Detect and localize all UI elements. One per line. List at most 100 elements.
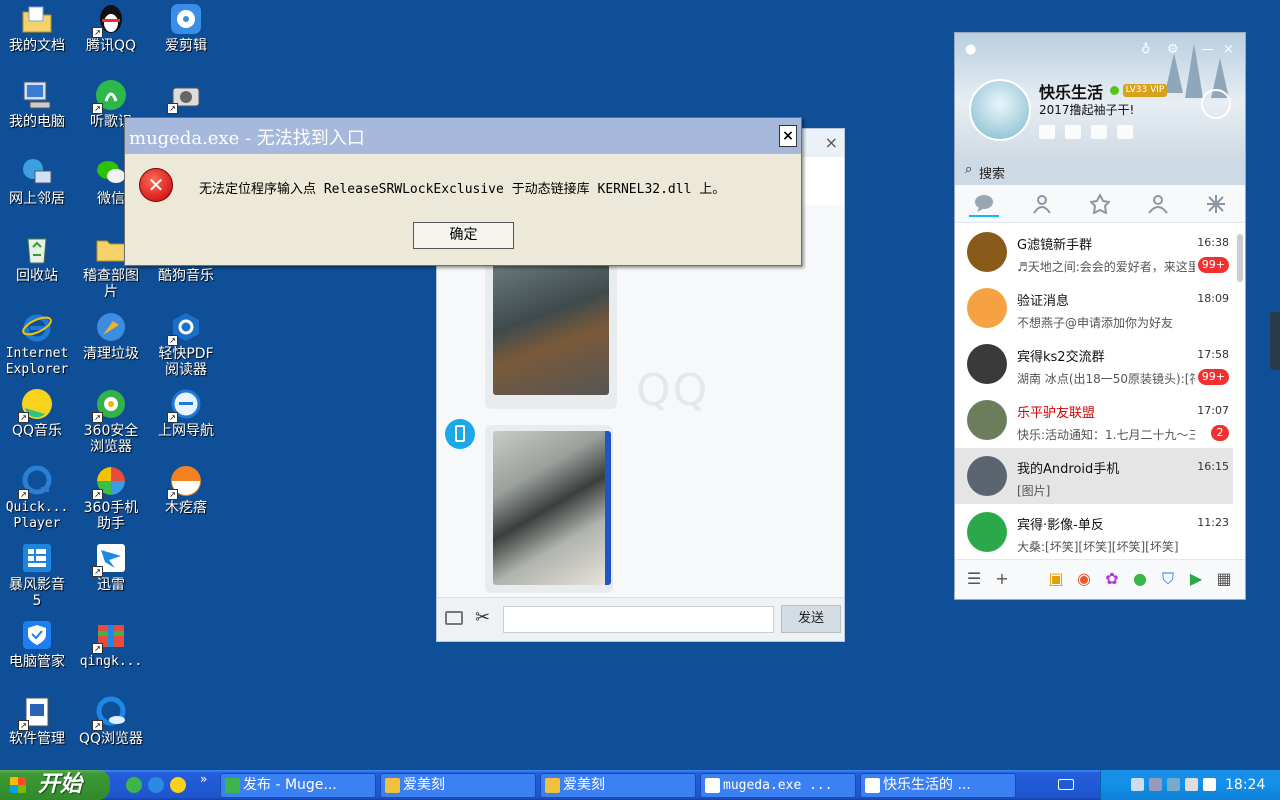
contact-list[interactable]: G滤镜新手群 16:38 ♬天地之间:会会的爱好者，来这里 99+ 验证消息 18:09 不… <box>955 224 1247 557</box>
apps-grid-icon[interactable]: ▦ <box>1215 570 1233 588</box>
scrollbar[interactable] <box>1237 234 1243 282</box>
flower-icon[interactable]: ✿ <box>1103 570 1121 588</box>
dialog-close-button[interactable]: × <box>779 125 797 147</box>
desktop-icon-pc-manager[interactable]: 电脑管家 <box>0 618 75 670</box>
dialog-title-bar[interactable]: mugeda.exe - 无法找到入口 × <box>125 118 801 154</box>
unread-badge: 2 <box>1211 425 1229 441</box>
settings-icon[interactable]: ⚙ <box>1167 42 1179 57</box>
start-button[interactable]: 开始 <box>0 770 110 800</box>
desktop-icon-qq-browser[interactable]: ↗ QQ浏览器 <box>73 695 149 747</box>
ok-button[interactable]: 确定 <box>413 222 514 249</box>
desktop-icon-label: 我的文档 <box>9 38 65 54</box>
ie-quicklaunch-icon[interactable] <box>148 777 164 793</box>
360-quicklaunch-icon[interactable] <box>126 777 142 793</box>
desktop-icon-network-places[interactable]: 网上邻居 <box>0 155 75 207</box>
desktop-icon-label: 网上邻居 <box>9 191 65 207</box>
pet-icon[interactable]: ◉ <box>1075 570 1093 588</box>
menu-icon[interactable]: ☰ <box>965 570 983 588</box>
desktop-icon-my-documents[interactable]: 我的文档 <box>0 2 75 54</box>
keyboard-icon[interactable] <box>1058 779 1074 790</box>
online-status-icon[interactable] <box>1110 86 1119 95</box>
tray-grid-icon[interactable] <box>1131 778 1144 791</box>
contact-item[interactable]: 验证消息 18:09 不想燕子@申请添加你为好友 <box>955 280 1233 336</box>
scissors-icon[interactable]: ✂ <box>475 607 490 628</box>
contact-item[interactable]: 乐平驴友联盟 17:07 快乐:活动通知：1.七月二十九～三 2 <box>955 392 1233 448</box>
tab-messages[interactable] <box>969 191 999 217</box>
space-icon[interactable] <box>1091 125 1107 139</box>
taskbar-button[interactable]: 爱美刻 <box>380 773 536 798</box>
desktop-icon-aijianji[interactable]: 爱剪辑 <box>148 2 224 54</box>
chat-input[interactable] <box>503 606 774 633</box>
desktop-icon-pdf-reader[interactable]: ↗ 轻快PDF 阅读器 <box>148 310 224 378</box>
game-icon[interactable]: ▣ <box>1047 570 1065 588</box>
phone-assistant-icon: ↗ <box>92 464 128 500</box>
error-dialog[interactable]: mugeda.exe - 无法找到入口 × ✕ 无法定位程序输入点 Releas… <box>124 117 802 266</box>
desktop-icon-clean-junk[interactable]: 清理垃圾 <box>73 310 149 362</box>
shield-icon <box>20 618 54 652</box>
folder-icon[interactable] <box>445 611 463 625</box>
desktop-icon-qingk[interactable]: ↗ qingk... <box>73 618 149 670</box>
mail-icon[interactable] <box>1065 125 1081 139</box>
image-message-bubble[interactable] <box>485 425 613 593</box>
task-label: 爱美刻 <box>563 777 605 793</box>
shield-icon[interactable]: ⛉ <box>1159 570 1177 588</box>
desktop-icon-software-manager[interactable]: ↗ 软件管理 <box>0 695 75 747</box>
skin-icon[interactable]: ♁ <box>1141 42 1151 57</box>
desktop-icon-recycle-bin[interactable]: 回收站 <box>0 232 75 284</box>
tray-shield-icon[interactable] <box>1203 778 1216 791</box>
desktop-icon-xunlei[interactable]: ↗ 迅雷 <box>73 541 149 593</box>
taskbar-button[interactable]: 快乐生活的 ... <box>860 773 1016 798</box>
desktop-icon-360-phone-assistant[interactable]: ↗ 360手机 助手 <box>73 464 149 532</box>
send-button[interactable]: 发送 <box>781 605 841 633</box>
tray-security-icon[interactable] <box>1167 778 1180 791</box>
search-bar[interactable]: 搜索 ⌕ <box>955 159 1245 185</box>
qq-music-icon[interactable]: ● <box>1131 570 1149 588</box>
desktop-icon-qq-music[interactable]: ↗ QQ音乐 <box>0 387 75 439</box>
desktop-icon-baofeng[interactable]: 暴风影音 5 <box>0 541 75 609</box>
desktop-icon-internet-explorer[interactable]: Internet Explorer <box>0 310 75 378</box>
qq-main-panel[interactable]: ● ♁ ⚙ — × 快乐生活 LV33 VIP 2017撸起袖子干! 搜索 ⌕ … <box>954 32 1246 600</box>
desktop-icon-tencent-qq[interactable]: ↗ 腾讯QQ <box>73 2 149 54</box>
side-scroll-handle[interactable] <box>1270 312 1280 370</box>
taskbar-button[interactable]: 爱美刻 <box>540 773 696 798</box>
star-icon[interactable] <box>1039 125 1055 139</box>
task-label: 快乐生活的 ... <box>883 777 971 793</box>
quicklaunch-more-icon[interactable]: » <box>200 772 207 786</box>
tray-network-icon[interactable] <box>1149 778 1162 791</box>
task-app-icon <box>225 778 240 793</box>
minimize-icon[interactable]: — <box>1201 42 1214 57</box>
avatar[interactable] <box>969 79 1031 141</box>
image-message-bubble[interactable] <box>485 255 617 409</box>
ie-icon <box>20 310 54 344</box>
contact-item[interactable]: 宾得ks2交流群 17:58 湖南 冰点(出18一50原装镜头):[符 99+ <box>955 336 1233 392</box>
tab-contacts[interactable] <box>1027 191 1057 217</box>
photo-machine[interactable] <box>493 263 609 395</box>
signature[interactable]: 2017撸起袖子干! <box>1039 101 1134 118</box>
taskbar-button[interactable]: mugeda.exe ... <box>700 773 856 798</box>
desktop-icon-quicktime-player[interactable]: ↗ Quick... Player <box>0 464 75 532</box>
contact-item[interactable]: 宾得·影像-单反 11:23 大桑:[坏笑][坏笑][坏笑][坏笑] <box>955 504 1233 557</box>
tab-groups[interactable] <box>1143 191 1173 217</box>
contact-item[interactable]: G滤镜新手群 16:38 ♬天地之间:会会的爱好者，来这里 99+ <box>955 224 1233 280</box>
qq-music-quicklaunch-icon[interactable] <box>170 777 186 793</box>
contact-name: 宾得ks2交流群 <box>1017 350 1105 365</box>
contact-time: 11:23 <box>1197 516 1229 529</box>
photo-collage[interactable] <box>493 431 611 585</box>
tab-space[interactable] <box>1085 191 1115 217</box>
desktop-icon-web-navigation[interactable]: ↗ 上网导航 <box>148 387 224 439</box>
contact-time: 17:07 <box>1197 404 1229 417</box>
desktop-icon-mugeda[interactable]: ↗ 木疙瘩 <box>148 464 224 516</box>
add-icon[interactable]: + <box>993 570 1011 588</box>
tab-apps[interactable] <box>1201 191 1231 217</box>
close-icon[interactable]: × <box>825 133 838 152</box>
clock[interactable]: 18:24 <box>1225 770 1265 800</box>
contact-item[interactable]: 我的Android手机 16:15 [图片] <box>955 448 1233 504</box>
video-play-icon[interactable]: ▶ <box>1187 570 1205 588</box>
shop-icon[interactable] <box>1117 125 1133 139</box>
desktop-icon-360-browser[interactable]: ↗ 360安全 浏览器 <box>73 387 149 455</box>
desktop-icon-unknown-app[interactable]: ↗ <box>148 78 224 114</box>
tray-volume-icon[interactable] <box>1185 778 1198 791</box>
close-icon[interactable]: × <box>1223 42 1234 57</box>
taskbar-button[interactable]: 发布 - Muge... <box>220 773 376 798</box>
desktop-icon-my-computer[interactable]: 我的电脑 <box>0 78 75 130</box>
